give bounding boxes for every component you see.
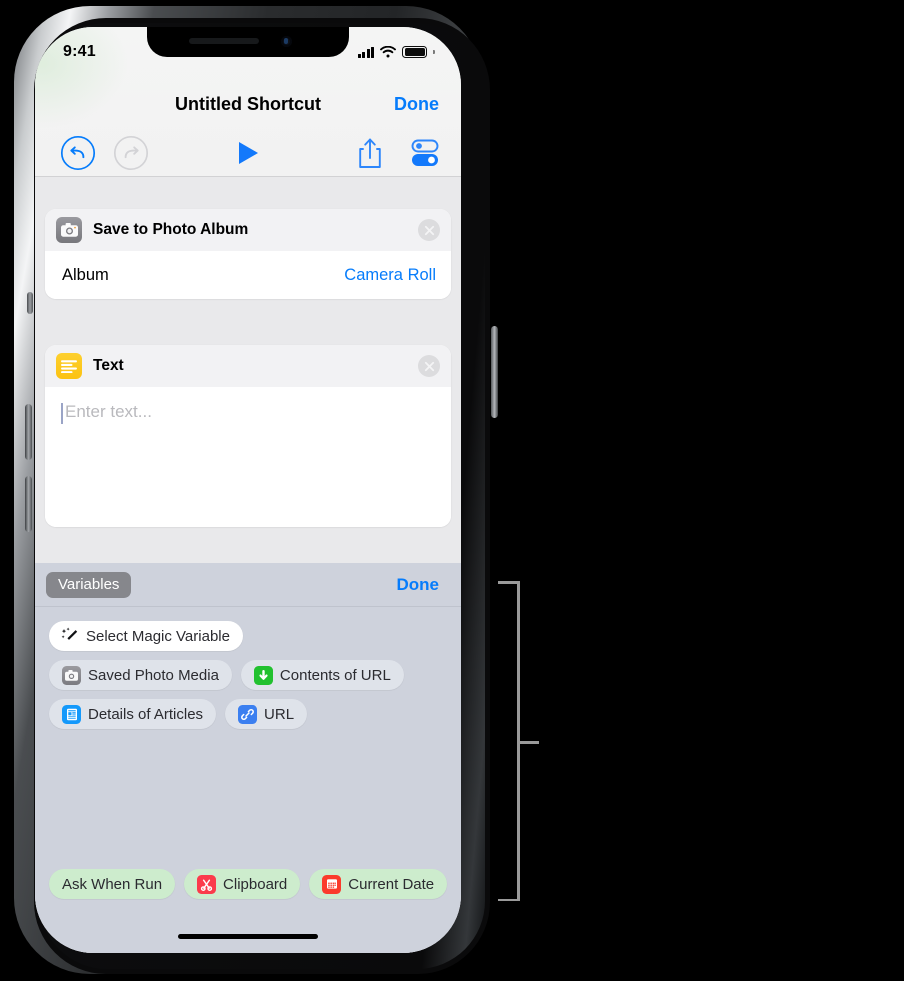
text-lines-icon bbox=[56, 353, 82, 379]
magic-wand-icon bbox=[60, 627, 79, 646]
variable-chip-details-of-articles[interactable]: Details of Articles bbox=[49, 699, 217, 729]
select-magic-variable-label: Select Magic Variable bbox=[86, 627, 230, 645]
parameter-label: Album bbox=[62, 265, 109, 284]
undo-icon[interactable] bbox=[60, 135, 96, 171]
variable-chip-label: Details of Articles bbox=[88, 705, 204, 723]
battery-tip-icon bbox=[433, 50, 435, 54]
magic-variable-row: Select Magic Variable bbox=[49, 621, 461, 651]
select-magic-variable-button[interactable]: Select Magic Variable bbox=[49, 621, 243, 651]
variables-toolbar: Variables Done bbox=[35, 563, 461, 607]
nav-done-button[interactable]: Done bbox=[394, 87, 439, 121]
editor-toolbar bbox=[35, 133, 461, 177]
variables-panel: Variables Done Select Magic Variable Sav… bbox=[35, 563, 461, 953]
variable-chip-ask-when-run[interactable]: Ask When Run bbox=[49, 869, 176, 899]
front-camera bbox=[281, 36, 292, 47]
document-icon bbox=[62, 704, 81, 724]
nav-title-row: Untitled Shortcut Done bbox=[35, 87, 461, 121]
variable-chip-label: Clipboard bbox=[223, 875, 288, 893]
phone-screen: Save to Photo Album Album Camera Roll Te… bbox=[35, 27, 461, 953]
action-parameter-album[interactable]: Album Camera Roll bbox=[45, 251, 451, 299]
volume-down-button[interactable] bbox=[25, 476, 32, 532]
settings-sliders-icon[interactable] bbox=[409, 139, 441, 167]
magic-variables-row-1: Saved Photo Media Contents of URL bbox=[49, 660, 461, 690]
text-input-placeholder: Enter text... bbox=[65, 402, 152, 421]
scissors-icon bbox=[197, 874, 217, 894]
redo-icon[interactable] bbox=[113, 135, 149, 171]
action-card-title: Text bbox=[93, 357, 124, 374]
action-card-text[interactable]: Text Enter text... bbox=[45, 345, 451, 527]
share-icon[interactable] bbox=[355, 135, 385, 171]
variables-chip-area: Select Magic Variable Saved Photo Media … bbox=[35, 607, 461, 953]
callout-bracket-top-tick bbox=[498, 581, 519, 584]
variable-chip-label: Saved Photo Media bbox=[88, 666, 219, 684]
calendar-icon bbox=[322, 874, 342, 894]
wifi-icon bbox=[380, 46, 397, 58]
action-card-title: Save to Photo Album bbox=[93, 221, 249, 238]
action-card-header: Save to Photo Album bbox=[45, 209, 451, 251]
variable-chip-url[interactable]: URL bbox=[225, 699, 308, 729]
variable-chip-label: Ask When Run bbox=[62, 875, 163, 893]
parameter-value[interactable]: Camera Roll bbox=[344, 266, 436, 285]
battery-full-icon bbox=[402, 46, 428, 58]
download-arrow-icon bbox=[253, 665, 273, 685]
phone-notch bbox=[147, 27, 349, 57]
status-bar-time: 9:41 bbox=[63, 43, 96, 60]
home-indicator[interactable] bbox=[178, 934, 318, 939]
callout-bracket-bottom-tick bbox=[498, 898, 519, 901]
close-circle-icon[interactable] bbox=[418, 355, 440, 377]
status-bar-indicators bbox=[357, 46, 435, 58]
variable-chip-label: URL bbox=[264, 705, 295, 723]
link-icon bbox=[238, 704, 258, 724]
magic-variables-row-2: Details of Articles URL bbox=[49, 699, 461, 729]
text-input-field[interactable]: Enter text... bbox=[45, 387, 451, 527]
variable-chip-saved-photo-media[interactable]: Saved Photo Media bbox=[49, 660, 232, 690]
builtin-variables-row: Ask When Run Clipboard Current Date bbox=[49, 869, 448, 899]
variables-toggle-button[interactable]: Variables bbox=[46, 571, 132, 598]
variable-chip-contents-of-url[interactable]: Contents of URL bbox=[240, 660, 404, 690]
camera-icon bbox=[56, 217, 82, 243]
variable-chip-current-date[interactable]: Current Date bbox=[309, 869, 448, 899]
silent-switch-button[interactable] bbox=[27, 292, 33, 314]
play-icon[interactable] bbox=[234, 139, 262, 167]
action-card-save-to-photo-album[interactable]: Save to Photo Album Album Camera Roll bbox=[45, 209, 451, 299]
power-button[interactable] bbox=[491, 326, 498, 418]
callout-bracket-mid-tick bbox=[517, 741, 539, 744]
signal-bars-icon bbox=[357, 46, 375, 58]
camera-icon bbox=[62, 665, 81, 685]
variable-chip-clipboard[interactable]: Clipboard bbox=[184, 869, 301, 899]
variables-done-button[interactable]: Done bbox=[397, 575, 440, 595]
screenshot-stage: Save to Photo Album Album Camera Roll Te… bbox=[0, 0, 904, 981]
variable-chip-label: Contents of URL bbox=[279, 666, 391, 684]
earpiece-speaker bbox=[189, 38, 259, 44]
callout-bracket bbox=[498, 581, 539, 901]
action-card-header: Text bbox=[45, 345, 451, 387]
variable-chip-label: Current Date bbox=[348, 875, 435, 893]
volume-up-button[interactable] bbox=[25, 404, 32, 460]
close-circle-icon[interactable] bbox=[418, 219, 440, 241]
text-cursor bbox=[61, 403, 63, 424]
